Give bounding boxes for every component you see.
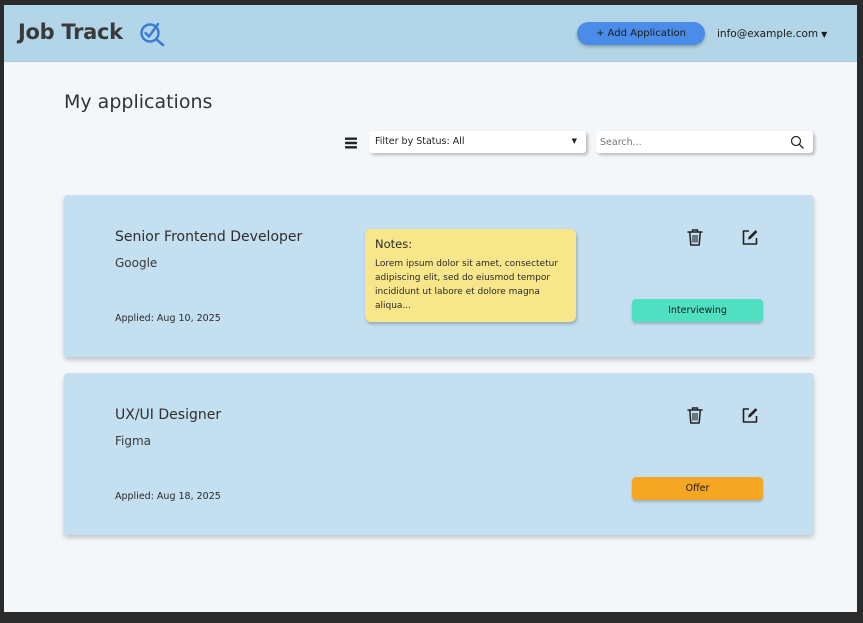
page-title: My applications	[64, 91, 213, 113]
user-menu[interactable]: info@example.com ▼	[717, 28, 827, 40]
notes-card: Notes: Lorem ipsum dolor sit amet, conse…	[365, 229, 576, 322]
company-name: Google	[115, 256, 158, 270]
list-view-icon[interactable]	[344, 136, 358, 150]
notes-title: Notes:	[375, 237, 413, 251]
caret-down-icon: ▼	[571, 137, 577, 145]
status-filter-select[interactable]: Filter by Status: All ▼	[369, 131, 586, 153]
application-card: UX/UI Designer Figma Applied: Aug 18, 20…	[64, 373, 814, 535]
add-application-button[interactable]: + Add Application	[577, 22, 705, 45]
search-input[interactable]	[600, 133, 780, 151]
edit-icon[interactable]	[740, 405, 760, 425]
user-email: info@example.com	[717, 28, 819, 40]
status-badge: Interviewing	[632, 299, 763, 322]
job-title: Senior Frontend Developer	[115, 229, 303, 245]
applied-date: Applied: Aug 10, 2025	[115, 313, 221, 324]
trash-icon[interactable]	[685, 227, 705, 247]
company-name: Figma	[115, 434, 152, 448]
app-window: Job Track + Add Application info@example…	[4, 5, 857, 612]
application-card: Senior Frontend Developer Google Applied…	[64, 195, 814, 357]
search-box	[596, 131, 813, 153]
search-icon[interactable]	[790, 135, 804, 149]
caret-down-icon: ▼	[821, 30, 828, 39]
brand-name: Job Track	[18, 20, 123, 44]
applied-date: Applied: Aug 18, 2025	[115, 491, 221, 502]
header-bar: Job Track + Add Application info@example…	[4, 5, 857, 62]
edit-icon[interactable]	[740, 227, 760, 247]
trash-icon[interactable]	[685, 405, 705, 425]
status-badge: Offer	[632, 477, 763, 500]
notes-body: Lorem ipsum dolor sit amet, consectetur …	[375, 259, 559, 311]
magnifier-check-icon	[140, 22, 165, 47]
job-title: UX/UI Designer	[115, 407, 222, 423]
status-filter-label: Filter by Status: All	[375, 136, 465, 147]
